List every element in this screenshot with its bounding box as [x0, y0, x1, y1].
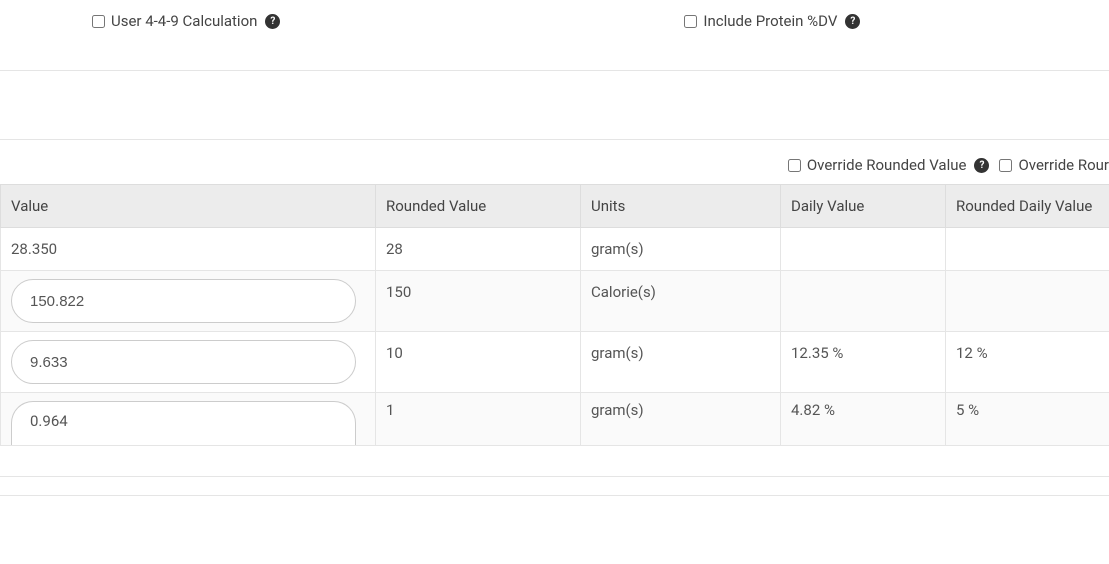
- table-row: 150 Calorie(s): [1, 271, 1109, 332]
- value-cell: 0.964: [1, 393, 376, 446]
- header-units: Units: [581, 185, 781, 228]
- value-cell: 28.350: [1, 228, 376, 271]
- daily-cell: [781, 271, 946, 332]
- units-cell: gram(s): [581, 393, 781, 446]
- rounded-cell: 150: [376, 271, 581, 332]
- daily-cell: 12.35 %: [781, 332, 946, 393]
- rounded-cell: 1: [376, 393, 581, 446]
- header-rounded-daily: Rounded Daily Value: [946, 185, 1109, 228]
- rounded-daily-cell: 5 %: [946, 393, 1109, 446]
- header-value: Value: [1, 185, 376, 228]
- override-rounded-label: Override Rounded Value: [807, 156, 967, 174]
- nutrition-table: Value Rounded Value Units Daily Value Ro…: [0, 184, 1109, 446]
- calc-449-label: User 4-4-9 Calculation: [111, 12, 257, 30]
- value-cell: [1, 332, 376, 393]
- daily-cell: [781, 228, 946, 271]
- bottom-divider: [0, 476, 1109, 496]
- table-header-row: Value Rounded Value Units Daily Value Ro…: [1, 185, 1109, 228]
- value-input[interactable]: [11, 340, 356, 384]
- daily-cell: 4.82 %: [781, 393, 946, 446]
- rounded-daily-cell: [946, 271, 1109, 332]
- calc-449-checkbox[interactable]: [92, 15, 105, 28]
- override-rounded-dv-checkbox[interactable]: [999, 159, 1012, 172]
- include-protein-label: Include Protein %DV: [703, 12, 837, 30]
- units-cell: gram(s): [581, 228, 781, 271]
- include-protein-checkbox[interactable]: [684, 15, 697, 28]
- rounded-cell: 10: [376, 332, 581, 393]
- rounded-cell: 28: [376, 228, 581, 271]
- units-cell: gram(s): [581, 332, 781, 393]
- override-rounded-checkbox[interactable]: [788, 159, 801, 172]
- help-icon[interactable]: ?: [974, 158, 989, 173]
- override-options-row: Override Rounded Value ? Override Rour: [0, 150, 1109, 184]
- top-options-row: User 4-4-9 Calculation ? Include Protein…: [0, 0, 1109, 70]
- header-daily: Daily Value: [781, 185, 946, 228]
- include-protein-option: Include Protein %DV ?: [684, 12, 860, 30]
- help-icon[interactable]: ?: [265, 14, 280, 29]
- table-row: 0.964 1 gram(s) 4.82 % 5 %: [1, 393, 1109, 446]
- override-rounded-dv-label: Override Rour: [1018, 156, 1109, 174]
- units-cell: Calorie(s): [581, 271, 781, 332]
- value-input[interactable]: [11, 279, 356, 323]
- value-cell: [1, 271, 376, 332]
- nutrition-table-wrap: Value Rounded Value Units Daily Value Ro…: [0, 184, 1109, 446]
- override-rounded-option: Override Rounded Value ?: [788, 156, 990, 174]
- table-row: 28.350 28 gram(s): [1, 228, 1109, 271]
- section-divider: [0, 70, 1109, 140]
- calc-449-option: User 4-4-9 Calculation ?: [92, 12, 280, 30]
- value-input[interactable]: 0.964: [11, 401, 356, 445]
- help-icon[interactable]: ?: [845, 14, 860, 29]
- header-rounded: Rounded Value: [376, 185, 581, 228]
- override-rounded-dv-option: Override Rour: [999, 156, 1109, 174]
- rounded-daily-cell: 12 %: [946, 332, 1109, 393]
- rounded-daily-cell: [946, 228, 1109, 271]
- table-row: 10 gram(s) 12.35 % 12 %: [1, 332, 1109, 393]
